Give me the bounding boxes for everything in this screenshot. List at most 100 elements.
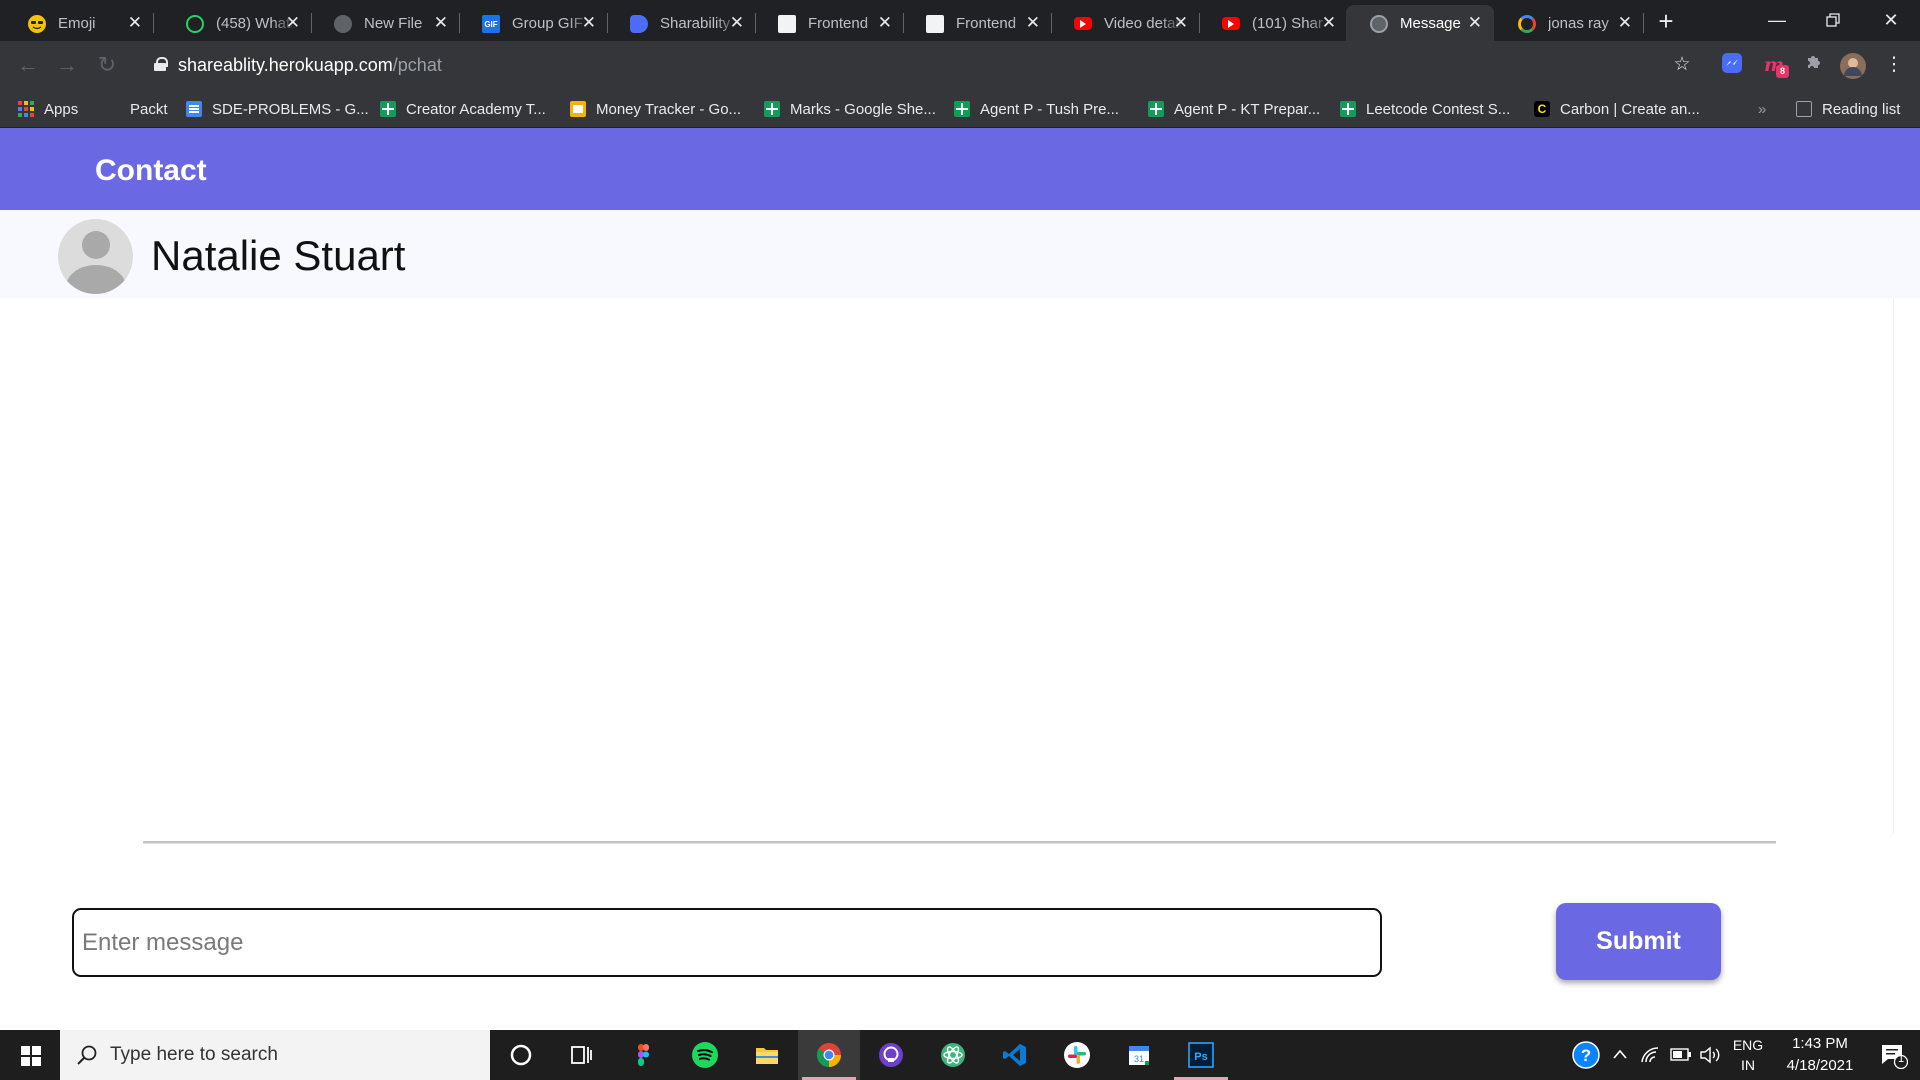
tab-close-icon[interactable]: ✕: [730, 13, 744, 33]
photoshop-taskbar-button[interactable]: Ps: [1170, 1030, 1232, 1080]
help-tray-button[interactable]: ?: [1572, 1030, 1600, 1080]
slack-taskbar-button[interactable]: [1046, 1030, 1108, 1080]
bookmark-item[interactable]: Marks - Google She...: [764, 99, 936, 119]
tab-title: (458) WhatsApp: [216, 15, 296, 32]
github-desktop-taskbar-button[interactable]: [860, 1030, 922, 1080]
bookmark-item[interactable]: Creator Academy T...: [380, 99, 546, 119]
tab-title: Group GIF: [512, 15, 583, 32]
browser-tab-strip: Emoji✕(458) WhatsApp✕New File✕GIFGroup G…: [0, 0, 1920, 41]
bookmark-item[interactable]: Apps: [18, 99, 78, 119]
tab-active[interactable]: Message ✕: [1346, 5, 1494, 41]
tab-separator: [153, 13, 154, 33]
google-icon: [1518, 15, 1536, 33]
whatsapp-icon: [186, 15, 204, 33]
vscode-icon: [1003, 1044, 1026, 1066]
minimize-window-icon[interactable]: —: [1752, 6, 1802, 34]
tab-close-icon[interactable]: ✕: [1618, 13, 1632, 33]
battery-tray-button[interactable]: [1670, 1030, 1692, 1080]
lock-icon[interactable]: [154, 57, 168, 71]
figma-taskbar-button[interactable]: [612, 1030, 674, 1080]
page-icon: [778, 15, 796, 33]
github-icon: [879, 1043, 903, 1067]
atom-taskbar-button[interactable]: [922, 1030, 984, 1080]
app-header-title: Contact: [95, 154, 207, 187]
forward-arrow-icon[interactable]: →: [53, 51, 81, 79]
tab-close-icon[interactable]: ✕: [1322, 13, 1336, 33]
carbon-icon: C: [1534, 101, 1550, 117]
sunglasses-emoji-icon: [28, 15, 46, 33]
bookmark-item[interactable]: Agent P - KT Prepar...: [1148, 99, 1320, 119]
message-list[interactable]: [0, 298, 1894, 838]
tab-close-icon[interactable]: ✕: [582, 13, 596, 33]
tab-close-icon[interactable]: ✕: [878, 13, 892, 33]
bookmark-item[interactable]: Leetcode Contest S...: [1340, 99, 1510, 119]
bookmark-item[interactable]: Agent P - Tush Pre...: [954, 99, 1119, 119]
globe-icon: [1370, 15, 1388, 33]
tab[interactable]: New File ✕: [310, 5, 460, 41]
tab-separator: [1643, 13, 1644, 33]
tab[interactable]: (101) Shar ✕: [1198, 5, 1348, 41]
contact-name: Natalie Stuart: [151, 232, 406, 279]
address-url[interactable]: shareablity.herokuapp.com/pchat: [178, 55, 442, 76]
spotify-taskbar-button[interactable]: [674, 1030, 736, 1080]
figma-icon: [638, 1044, 649, 1066]
bookmarks-overflow-icon[interactable]: »: [1758, 99, 1766, 119]
clock-tray-button[interactable]: 1:43 PM 4/18/2021: [1772, 1030, 1868, 1080]
start-button[interactable]: [0, 1030, 60, 1080]
tab[interactable]: Emoji ✕: [4, 5, 154, 41]
tab[interactable]: jonas ray ✕: [1494, 5, 1644, 41]
taskbar-search-box[interactable]: Type here to search: [60, 1030, 490, 1080]
task-view-button[interactable]: [550, 1030, 612, 1080]
notifications-button[interactable]: 1: [1868, 1030, 1920, 1080]
tab-close-icon[interactable]: ✕: [128, 13, 142, 33]
app-header: Contact: [0, 128, 1920, 210]
show-hidden-icons-button[interactable]: [1612, 1030, 1628, 1080]
bookmark-item[interactable]: Packt: [130, 99, 168, 119]
bookmark-label: Carbon | Create an...: [1560, 100, 1700, 118]
calendar-taskbar-button[interactable]: 31: [1108, 1030, 1170, 1080]
profile-avatar[interactable]: [1840, 53, 1866, 79]
tab[interactable]: Frontend ✕: [754, 5, 904, 41]
reload-icon[interactable]: ↻: [93, 51, 121, 79]
tab[interactable]: Frontend ✕: [902, 5, 1052, 41]
contact-header: Natalie Stuart: [0, 210, 1920, 298]
new-tab-button[interactable]: +: [1652, 8, 1680, 36]
message-input[interactable]: [72, 908, 1382, 977]
tab-close-icon[interactable]: ✕: [1468, 13, 1482, 33]
volume-tray-button[interactable]: [1699, 1030, 1721, 1080]
network-tray-button[interactable]: [1640, 1030, 1660, 1080]
extension-m-icon[interactable]: m8: [1762, 53, 1789, 78]
bookmark-item[interactable]: SDE-PROBLEMS - G...: [186, 99, 369, 119]
youtube-icon: [1222, 17, 1240, 30]
bookmark-item[interactable]: Money Tracker - Go...: [570, 99, 741, 119]
tab[interactable]: (458) WhatsApp✕: [162, 5, 312, 41]
vscode-taskbar-button[interactable]: [984, 1030, 1046, 1080]
tab-close-icon[interactable]: ✕: [286, 13, 300, 33]
bookmark-label: Packt: [130, 100, 168, 118]
input-language-button[interactable]: ENG IN: [1730, 1030, 1766, 1080]
file-explorer-taskbar-button[interactable]: [736, 1030, 798, 1080]
bookmarks-bar: Apps Packt SDE-PROBLEMS - G... Creator Acad…: [0, 89, 1920, 128]
cortana-button[interactable]: [490, 1030, 552, 1080]
browser-menu-icon[interactable]: ⋮: [1882, 53, 1906, 77]
chrome-taskbar-button[interactable]: [798, 1030, 860, 1080]
reading-list-button[interactable]: Reading list: [1796, 99, 1900, 119]
page-icon: [926, 15, 944, 33]
tab[interactable]: GIF Group GIF ✕: [458, 5, 608, 41]
extension-messenger-icon[interactable]: [1720, 53, 1744, 77]
tab[interactable]: Video details ✕: [1050, 5, 1200, 41]
tab-close-icon[interactable]: ✕: [1026, 13, 1040, 33]
bookmark-label: Agent P - KT Prepar...: [1174, 100, 1321, 118]
extensions-puzzle-icon[interactable]: [1802, 53, 1826, 77]
tab[interactable]: Sharability ✕: [606, 5, 756, 41]
bookmark-item[interactable]: C Carbon | Create an...: [1534, 99, 1700, 119]
submit-button[interactable]: Submit: [1556, 903, 1721, 980]
restore-window-icon[interactable]: [1808, 6, 1858, 34]
tab-close-icon[interactable]: ✕: [434, 13, 448, 33]
bookmark-star-icon[interactable]: ☆: [1670, 53, 1694, 77]
tab-close-icon[interactable]: ✕: [1174, 13, 1188, 33]
address-bar[interactable]: shareablity.herokuapp.com/pchat: [142, 45, 1696, 85]
back-arrow-icon[interactable]: ←: [14, 51, 42, 79]
bookmark-label: Agent P - Tush Pre...: [980, 100, 1119, 118]
close-window-icon[interactable]: ✕: [1866, 6, 1916, 34]
